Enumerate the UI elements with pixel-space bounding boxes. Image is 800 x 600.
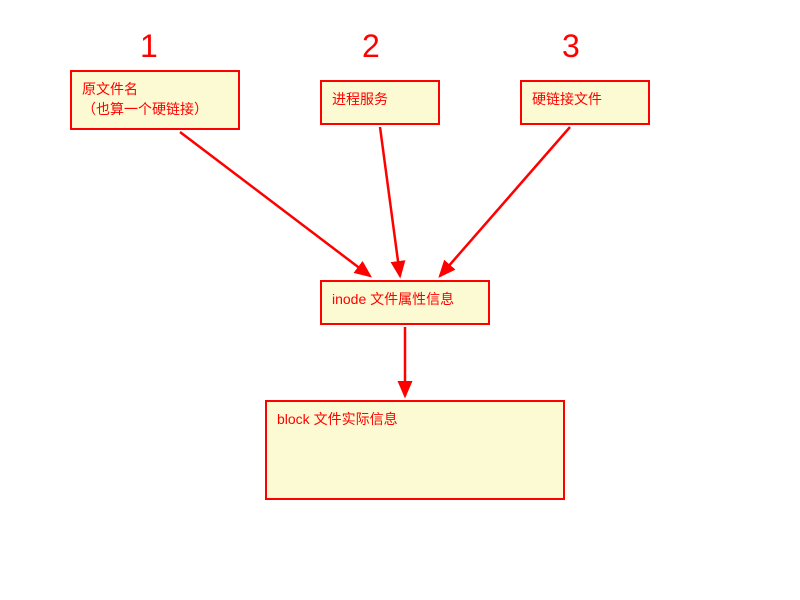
label-1: 1 xyxy=(140,30,158,62)
label-2: 2 xyxy=(362,30,380,62)
label-3: 3 xyxy=(562,30,580,62)
box-inode-text: inode 文件属性信息 xyxy=(332,291,454,307)
box-block: block 文件实际信息 xyxy=(265,400,565,500)
box-hardlink-file: 硬链接文件 xyxy=(520,80,650,125)
arrow-original-to-inode xyxy=(180,132,370,276)
arrow-process-to-inode xyxy=(380,127,400,276)
box-block-text: block 文件实际信息 xyxy=(277,411,398,427)
box-hardlink-text: 硬链接文件 xyxy=(532,91,602,107)
box-process-text: 进程服务 xyxy=(332,91,388,107)
box-original-filename: 原文件名 （也算一个硬链接） xyxy=(70,70,240,130)
arrow-hardlink-to-inode xyxy=(440,127,570,276)
box-process-service: 进程服务 xyxy=(320,80,440,125)
box-original-line2: （也算一个硬链接） xyxy=(82,100,228,120)
box-original-line1: 原文件名 xyxy=(82,80,228,100)
box-inode: inode 文件属性信息 xyxy=(320,280,490,325)
